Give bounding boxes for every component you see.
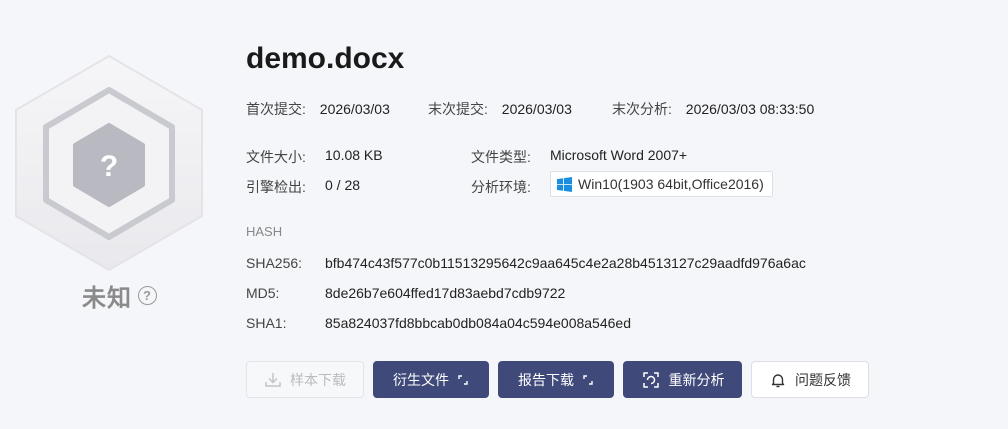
- last-analysis-value: 2026/03/03 08:33:50: [685, 101, 815, 117]
- file-type: 文件类型: Microsoft Word 2007+: [471, 147, 687, 167]
- bell-icon: [771, 373, 785, 387]
- environment-box: Win10(1903 64bit,Office2016): [550, 171, 773, 197]
- first-submit: 首次提交: 2026/03/03: [246, 99, 390, 119]
- refresh-icon: [642, 371, 659, 388]
- md5-row: MD5: 8de26b7e604ffed17d83aebd7cdb9722: [246, 285, 565, 301]
- engine-detections: 引擎检出: 0 / 28: [246, 177, 360, 197]
- md5-value[interactable]: 8de26b7e604ffed17d83aebd7cdb9722: [325, 285, 565, 301]
- file-type-label: 文件类型:: [471, 149, 531, 165]
- feedback-button[interactable]: 问题反馈: [751, 361, 869, 398]
- analysis-environment-label: 分析环境:: [471, 179, 531, 195]
- derived-files-label: 衍生文件: [393, 371, 449, 388]
- first-submit-value: 2026/03/03: [319, 101, 390, 117]
- environment-value: Win10(1903 64bit,Office2016): [578, 176, 764, 192]
- derived-files-button[interactable]: 衍生文件: [373, 361, 489, 398]
- verdict-text: 未知: [82, 285, 132, 312]
- external-link-icon: [583, 374, 593, 385]
- download-report-button[interactable]: 报告下载: [498, 361, 614, 398]
- sha256-value[interactable]: bfb474c43f577c0b11513295642c9aa645c4e2a2…: [325, 255, 806, 271]
- reanalyze-button[interactable]: 重新分析: [623, 361, 742, 398]
- verdict-status: 未知 ?: [82, 278, 157, 313]
- sha1-label: SHA1:: [246, 315, 287, 331]
- download-sample-label: 样本下载: [290, 371, 346, 388]
- verdict-panel: ? 未知 ?: [10, 52, 208, 322]
- svg-text:?: ?: [100, 150, 118, 183]
- md5-label: MD5:: [246, 285, 280, 301]
- sha1-row: SHA1: 85a824037fd8bbcab0db084a04c594e008…: [246, 315, 631, 331]
- hash-section-title: HASH: [246, 224, 283, 239]
- reanalyze-label: 重新分析: [668, 371, 725, 388]
- last-analysis: 末次分析: 2026/03/03 08:33:50: [612, 99, 814, 119]
- file-size: 文件大小: 10.08 KB: [246, 147, 383, 167]
- engine-detections-value: 0 / 28: [325, 177, 361, 193]
- question-circle-icon[interactable]: ?: [138, 286, 157, 305]
- feedback-label: 问题反馈: [795, 371, 851, 388]
- download-report-label: 报告下载: [518, 371, 574, 388]
- windows-icon: [557, 176, 572, 192]
- first-submit-label: 首次提交:: [246, 101, 306, 117]
- last-analysis-label: 末次分析:: [612, 101, 672, 117]
- analysis-environment: 分析环境:: [471, 177, 531, 197]
- download-sample-button[interactable]: 样本下载: [246, 361, 364, 398]
- file-type-value: Microsoft Word 2007+: [550, 147, 688, 163]
- last-submit-label: 末次提交:: [428, 101, 488, 117]
- file-size-value: 10.08 KB: [325, 147, 383, 163]
- sha256-row: SHA256: bfb474c43f577c0b11513295642c9aa6…: [246, 255, 806, 271]
- engine-detections-label: 引擎检出:: [246, 179, 306, 195]
- last-submit-value: 2026/03/03: [501, 101, 572, 117]
- sha256-label: SHA256:: [246, 255, 303, 271]
- external-link-icon: [458, 374, 468, 385]
- last-submit: 末次提交: 2026/03/03: [428, 99, 572, 119]
- download-icon: [265, 372, 281, 387]
- sha1-value[interactable]: 85a824037fd8bbcab0db084a04c594e008a546ed: [325, 315, 631, 331]
- file-report-card: ? 未知 ? demo.docx 首次提交: 2026/03/03 末次提交: …: [0, 0, 1008, 429]
- file-name-title: demo.docx: [246, 42, 405, 75]
- verdict-badge: ?: [10, 52, 208, 272]
- hexagon-unknown-icon: ?: [15, 54, 203, 272]
- file-size-label: 文件大小:: [246, 149, 306, 165]
